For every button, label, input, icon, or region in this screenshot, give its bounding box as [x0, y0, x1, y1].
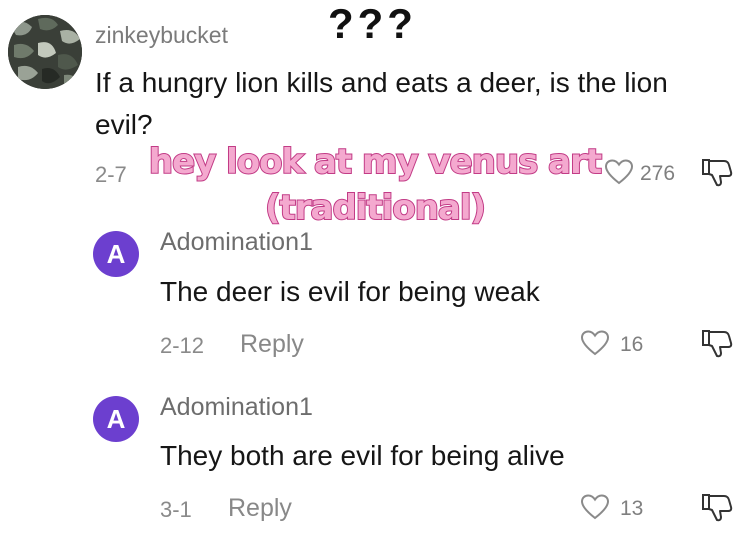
reply-button[interactable]: Reply — [240, 330, 304, 359]
heart-icon — [580, 330, 610, 356]
comment-text: If a hungry lion kills and eats a deer, … — [95, 67, 668, 140]
like-count: 13 — [620, 497, 644, 520]
reply-button[interactable]: Reply — [228, 494, 292, 523]
reply-avatar[interactable]: A — [93, 396, 139, 442]
thumbs-down-icon — [702, 494, 733, 522]
reply-date: 3-1 — [160, 497, 192, 522]
like-button[interactable] — [580, 329, 610, 362]
user-avatar[interactable] — [8, 15, 82, 89]
reply-avatar[interactable]: A — [93, 231, 139, 277]
dislike-button[interactable] — [700, 491, 734, 528]
dislike-button[interactable] — [700, 327, 734, 364]
overlay-caption-line2: (traditional) — [264, 187, 487, 229]
reply-date: 2-12 — [160, 333, 205, 358]
comment-username[interactable]: zinkeybucket — [95, 22, 228, 49]
overlay-caption-line1: hey look at my venus art — [148, 141, 603, 183]
reply-text: The deer is evil for being weak — [160, 276, 540, 307]
reply-username[interactable]: Adomination1 — [160, 393, 313, 422]
reply-username[interactable]: Adomination1 — [160, 228, 313, 257]
heart-icon — [580, 494, 610, 520]
like-button[interactable] — [580, 493, 610, 526]
reply-text: They both are evil for being alive — [160, 440, 565, 471]
top-caption: ??? — [328, 0, 417, 47]
thumbs-down-icon — [702, 330, 733, 358]
camo-avatar-icon — [8, 15, 82, 89]
like-count: 16 — [620, 333, 644, 356]
